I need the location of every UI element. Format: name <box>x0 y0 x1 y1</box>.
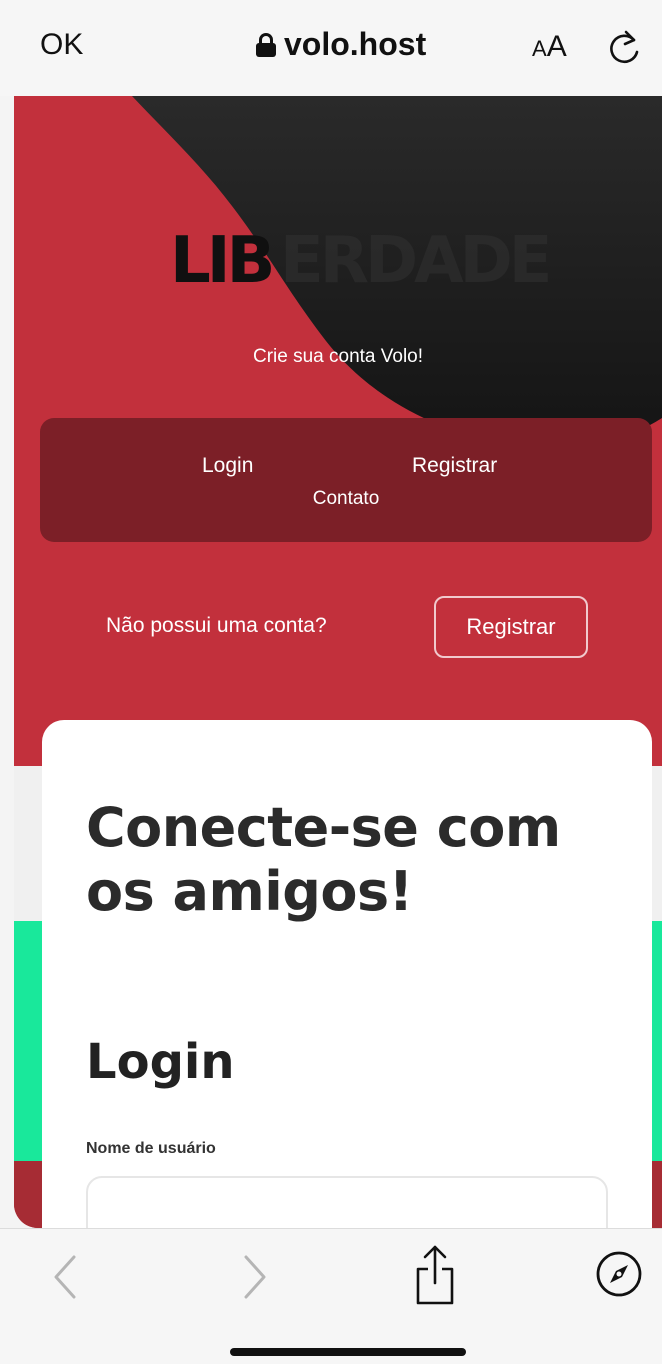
username-label: Nome de usuário <box>86 1140 216 1157</box>
card-headline: Conecte-se com os amigos! <box>86 796 561 923</box>
nav-login-link[interactable]: Login <box>202 454 253 478</box>
reload-icon[interactable] <box>604 22 644 70</box>
login-card: Conecte-se com os amigos! Login Nome de … <box>42 720 652 1228</box>
login-heading: Login <box>86 1034 235 1090</box>
tagline: Crie sua conta Volo! <box>252 346 424 367</box>
nav-register-link[interactable]: Registrar <box>412 454 497 478</box>
site-logo: LIB ERDADE <box>170 224 552 298</box>
username-field[interactable] <box>86 1176 608 1228</box>
text-size-small-label: A <box>532 36 547 61</box>
url-text: volo.host <box>284 26 427 62</box>
lock-icon <box>256 32 276 57</box>
text-size-button[interactable]: AA <box>532 30 567 64</box>
nav-contact-link[interactable]: Contato <box>40 488 652 510</box>
web-page: LIB ERDADE Crie sua conta Volo! Login Re… <box>14 96 662 1228</box>
share-icon[interactable] <box>412 1243 458 1307</box>
text-size-big-label: A <box>546 30 567 63</box>
nav-menu: Login Registrar Contato <box>40 418 652 542</box>
chevron-right-icon[interactable] <box>240 1251 270 1303</box>
chevron-left-icon[interactable] <box>50 1251 80 1303</box>
logo-mark: LIB <box>170 224 275 298</box>
browser-top-bar: OK volo.host AA <box>0 0 662 96</box>
done-button[interactable]: OK <box>40 28 83 62</box>
register-button[interactable]: Registrar <box>434 596 588 658</box>
browser-bottom-bar <box>0 1228 662 1364</box>
register-prompt: Não possui uma conta? Registrar <box>14 596 662 658</box>
logo-wordmark: ERDADE <box>280 224 552 298</box>
home-indicator <box>230 1348 466 1356</box>
compass-icon[interactable] <box>594 1249 644 1299</box>
register-prompt-text: Não possui uma conta? <box>106 614 327 637</box>
address-bar[interactable]: volo.host <box>256 26 426 63</box>
